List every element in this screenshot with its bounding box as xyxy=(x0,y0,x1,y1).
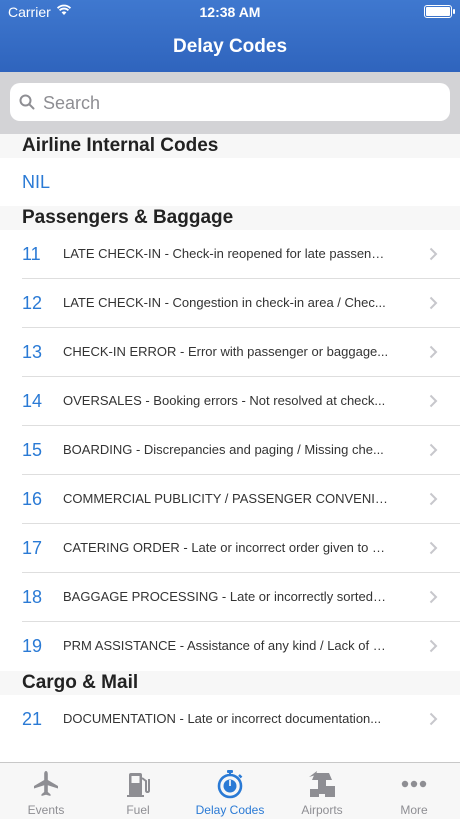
delay-description: BOARDING - Discrepancies and paging / Mi… xyxy=(63,442,384,457)
chevron-right-icon xyxy=(429,639,438,653)
search-field[interactable] xyxy=(10,83,450,121)
tab-label: Events xyxy=(27,803,65,817)
list-item[interactable]: 15 BOARDING - Discrepancies and paging / … xyxy=(0,426,460,475)
delay-code: 13 xyxy=(22,342,43,362)
delay-description: COMMERCIAL PUBLICITY / PASSENGER CONVENI… xyxy=(63,491,389,506)
delay-description: LATE CHECK-IN - Congestion in check-in a… xyxy=(63,295,386,310)
page-title: Delay Codes xyxy=(172,36,288,57)
section-header-cargo-mail: Cargo & Mail xyxy=(0,671,460,695)
delay-code: NIL xyxy=(22,172,51,192)
chevron-right-icon xyxy=(429,345,438,359)
list-item[interactable]: 19 PRM ASSISTANCE - Assistance of any kin… xyxy=(0,622,460,671)
delay-description: DOCUMENTATION - Late or incorrect docume… xyxy=(63,711,382,726)
list-item[interactable]: 17 CATERING ORDER - Late or incorrect ord… xyxy=(0,524,460,573)
tab-more[interactable]: More xyxy=(368,763,460,819)
chevron-right-icon xyxy=(429,541,438,555)
tab-fuel[interactable]: Fuel xyxy=(92,763,184,819)
delay-description: CATERING ORDER - Late or incorrect order… xyxy=(63,540,389,555)
list-item[interactable]: 21 DOCUMENTATION - Late or incorrect docu… xyxy=(0,695,460,744)
chevron-right-icon xyxy=(429,443,438,457)
search-icon xyxy=(19,94,35,110)
search-bar xyxy=(0,72,460,134)
chevron-right-icon xyxy=(429,247,438,261)
delay-codes-list[interactable]: Airline Internal Codes NIL Passengers & … xyxy=(0,134,460,762)
list-item[interactable]: 16 COMMERCIAL PUBLICITY / PASSENGER CONVE… xyxy=(0,475,460,524)
delay-code: 12 xyxy=(22,293,43,313)
search-input[interactable] xyxy=(41,87,435,119)
chevron-right-icon xyxy=(429,590,438,604)
status-bar: Carrier 12:38 AM xyxy=(0,0,460,24)
delay-code: 17 xyxy=(22,538,43,558)
tab-label: Airports xyxy=(301,803,343,817)
chevron-right-icon xyxy=(429,712,438,726)
tab-label: More xyxy=(400,803,428,817)
tab-label: Fuel xyxy=(126,803,150,817)
fuel-pump-icon xyxy=(127,773,150,797)
list-item-nil[interactable]: NIL xyxy=(0,158,460,206)
delay-code: 15 xyxy=(22,440,43,460)
navigation-bar: Carrier 12:38 AM Delay Codes xyxy=(0,0,460,72)
status-time: 12:38 AM xyxy=(199,4,261,20)
airplane-icon xyxy=(34,771,58,796)
delay-description: LATE CHECK-IN - Check-in reopened for la… xyxy=(63,246,389,261)
battery-icon xyxy=(424,5,455,18)
list-item[interactable]: 12 LATE CHECK-IN - Congestion in check-in… xyxy=(0,279,460,328)
tab-delay-codes[interactable]: Delay Codes xyxy=(184,763,276,819)
list-item[interactable]: 18 BAGGAGE PROCESSING - Late or incorrect… xyxy=(0,573,460,622)
delay-code: 21 xyxy=(22,709,43,729)
chevron-right-icon xyxy=(429,492,438,506)
delay-description: OVERSALES - Booking errors - Not resolve… xyxy=(63,393,386,408)
chevron-right-icon xyxy=(429,296,438,310)
list-item[interactable]: 11 LATE CHECK-IN - Check-in reopened for … xyxy=(0,230,460,279)
list-item[interactable]: 13 CHECK-IN ERROR - Error with passenger … xyxy=(0,328,460,377)
section-header-airline-internal: Airline Internal Codes xyxy=(0,134,460,158)
stopwatch-icon xyxy=(217,770,243,799)
delay-code: 19 xyxy=(22,636,43,656)
delay-code: 18 xyxy=(22,587,43,607)
delay-description: BAGGAGE PROCESSING - Late or incorrectly… xyxy=(63,589,389,604)
tab-bar: Events Fuel Delay Codes Airports More xyxy=(0,762,460,819)
chevron-right-icon xyxy=(429,394,438,408)
section-header-passengers-baggage: Passengers & Baggage xyxy=(0,206,460,230)
list-item[interactable]: 14 OVERSALES - Booking errors - Not resol… xyxy=(0,377,460,426)
delay-description: CHECK-IN ERROR - Error with passenger or… xyxy=(63,344,389,359)
delay-description: PRM ASSISTANCE - Assistance of any kind … xyxy=(63,638,389,653)
control-tower-icon xyxy=(309,771,335,797)
tab-label: Delay Codes xyxy=(195,803,265,817)
delay-code: 11 xyxy=(22,244,41,264)
tab-events[interactable]: Events xyxy=(0,763,92,819)
more-dots-icon xyxy=(401,780,427,788)
tab-airports[interactable]: Airports xyxy=(276,763,368,819)
delay-code: 14 xyxy=(22,391,43,411)
delay-code: 16 xyxy=(22,489,43,509)
